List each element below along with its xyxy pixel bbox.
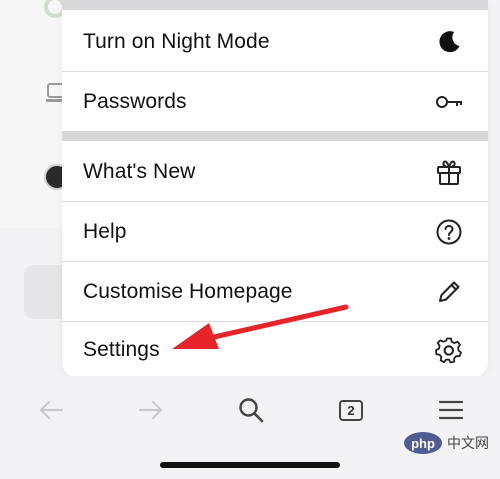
menu-button[interactable] [434,393,468,427]
forward-arrow-icon [138,400,163,420]
back-arrow-icon [39,400,64,420]
search-icon [239,398,264,423]
menu-icon [438,400,464,420]
forward-button[interactable] [134,393,168,427]
watermark: php 中文网 [404,432,489,454]
tab-count-label: 2 [347,402,355,418]
menu-item-customise-homepage[interactable]: Customise Homepage [62,262,488,321]
menu-item-help[interactable]: Help [62,202,488,261]
watermark-text: 中文网 [447,435,489,451]
tabs-button[interactable]: 2 [334,393,368,427]
section-separator [62,131,488,141]
gift-icon [434,157,464,187]
menu-item-label: Turn on Night Mode [83,29,270,53]
moon-icon [434,27,464,57]
tabs-icon: 2 [339,399,363,421]
menu-item-settings[interactable]: Settings [62,320,488,378]
key-icon [434,87,464,117]
menu-item-night-mode[interactable]: Turn on Night Mode [62,12,488,71]
question-circle-icon [434,217,464,247]
browser-menu: Turn on Night Mode Passwords What's New [62,0,488,378]
back-button[interactable] [34,393,68,427]
menu-item-label: Customise Homepage [83,279,293,303]
gear-icon [434,335,464,365]
menu-item-label: Passwords [83,89,187,113]
home-indicator[interactable] [160,462,340,468]
pencil-icon [434,277,464,307]
menu-top-separator [62,0,488,10]
watermark-badge: php [404,432,442,454]
menu-item-passwords[interactable]: Passwords [62,72,488,131]
menu-item-label: What's New [83,159,196,183]
menu-item-label: Help [83,219,127,243]
search-button[interactable] [234,393,268,427]
menu-item-whats-new[interactable]: What's New [62,142,488,201]
menu-item-label: Settings [83,337,160,361]
